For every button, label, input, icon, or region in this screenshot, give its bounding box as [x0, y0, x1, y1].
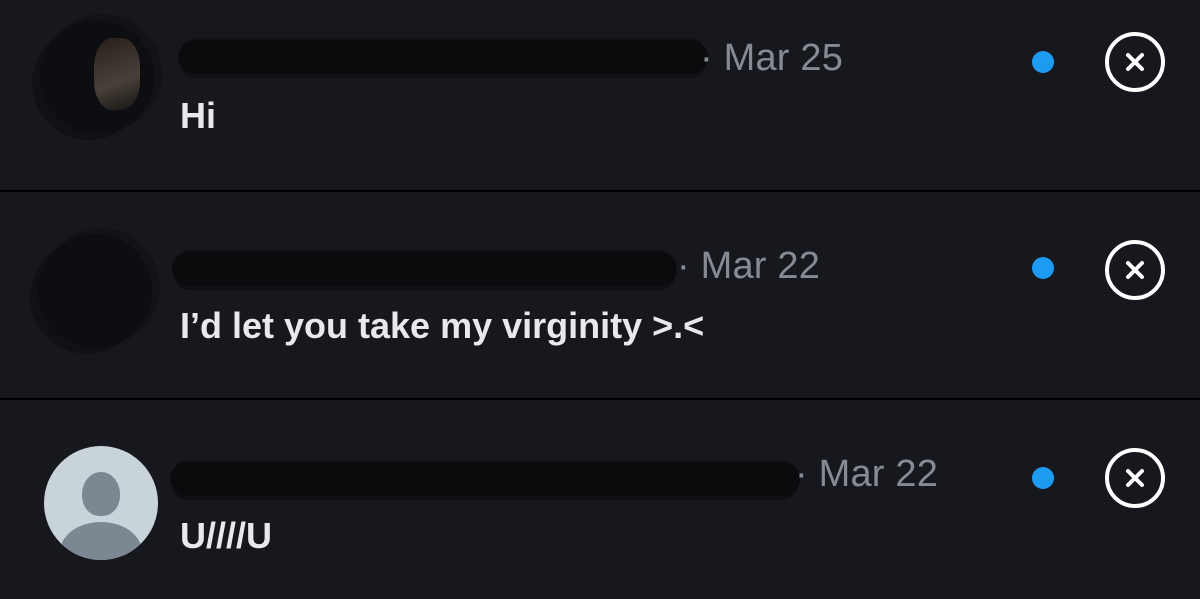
message-date: · Mar 22	[795, 453, 939, 495]
message-preview: I’d let you take my virginity >.<	[180, 305, 705, 346]
unread-indicator	[1032, 51, 1054, 73]
close-button[interactable]	[1105, 240, 1165, 300]
message-preview: U////U	[180, 515, 273, 556]
message-date: · Mar 25	[700, 37, 844, 79]
conversation-row[interactable]: · Mar 22 U////U	[0, 400, 1200, 599]
conversation-row[interactable]: · Mar 25 Hi	[0, 0, 1200, 190]
unread-indicator	[1032, 257, 1054, 279]
avatar[interactable]	[40, 20, 154, 134]
close-icon	[1126, 469, 1144, 487]
unread-indicator	[1032, 467, 1054, 489]
close-icon	[1126, 53, 1144, 71]
default-profile-icon	[82, 472, 120, 516]
avatar[interactable]	[44, 446, 158, 560]
avatar[interactable]	[38, 234, 152, 348]
message-preview: Hi	[180, 95, 216, 136]
redacted-username	[178, 40, 708, 74]
close-button[interactable]	[1105, 32, 1165, 92]
conversation-row[interactable]: · Mar 22 I’d let you take my virginity >…	[0, 192, 1200, 398]
conversation-list: · Mar 25 Hi · Mar 22 I’d let you take my…	[0, 0, 1200, 599]
redacted-username	[170, 462, 800, 496]
message-date: · Mar 22	[677, 245, 821, 287]
redacted-photo	[94, 38, 140, 110]
redacted-username	[172, 252, 677, 286]
close-button[interactable]	[1105, 448, 1165, 508]
close-icon	[1126, 261, 1144, 279]
